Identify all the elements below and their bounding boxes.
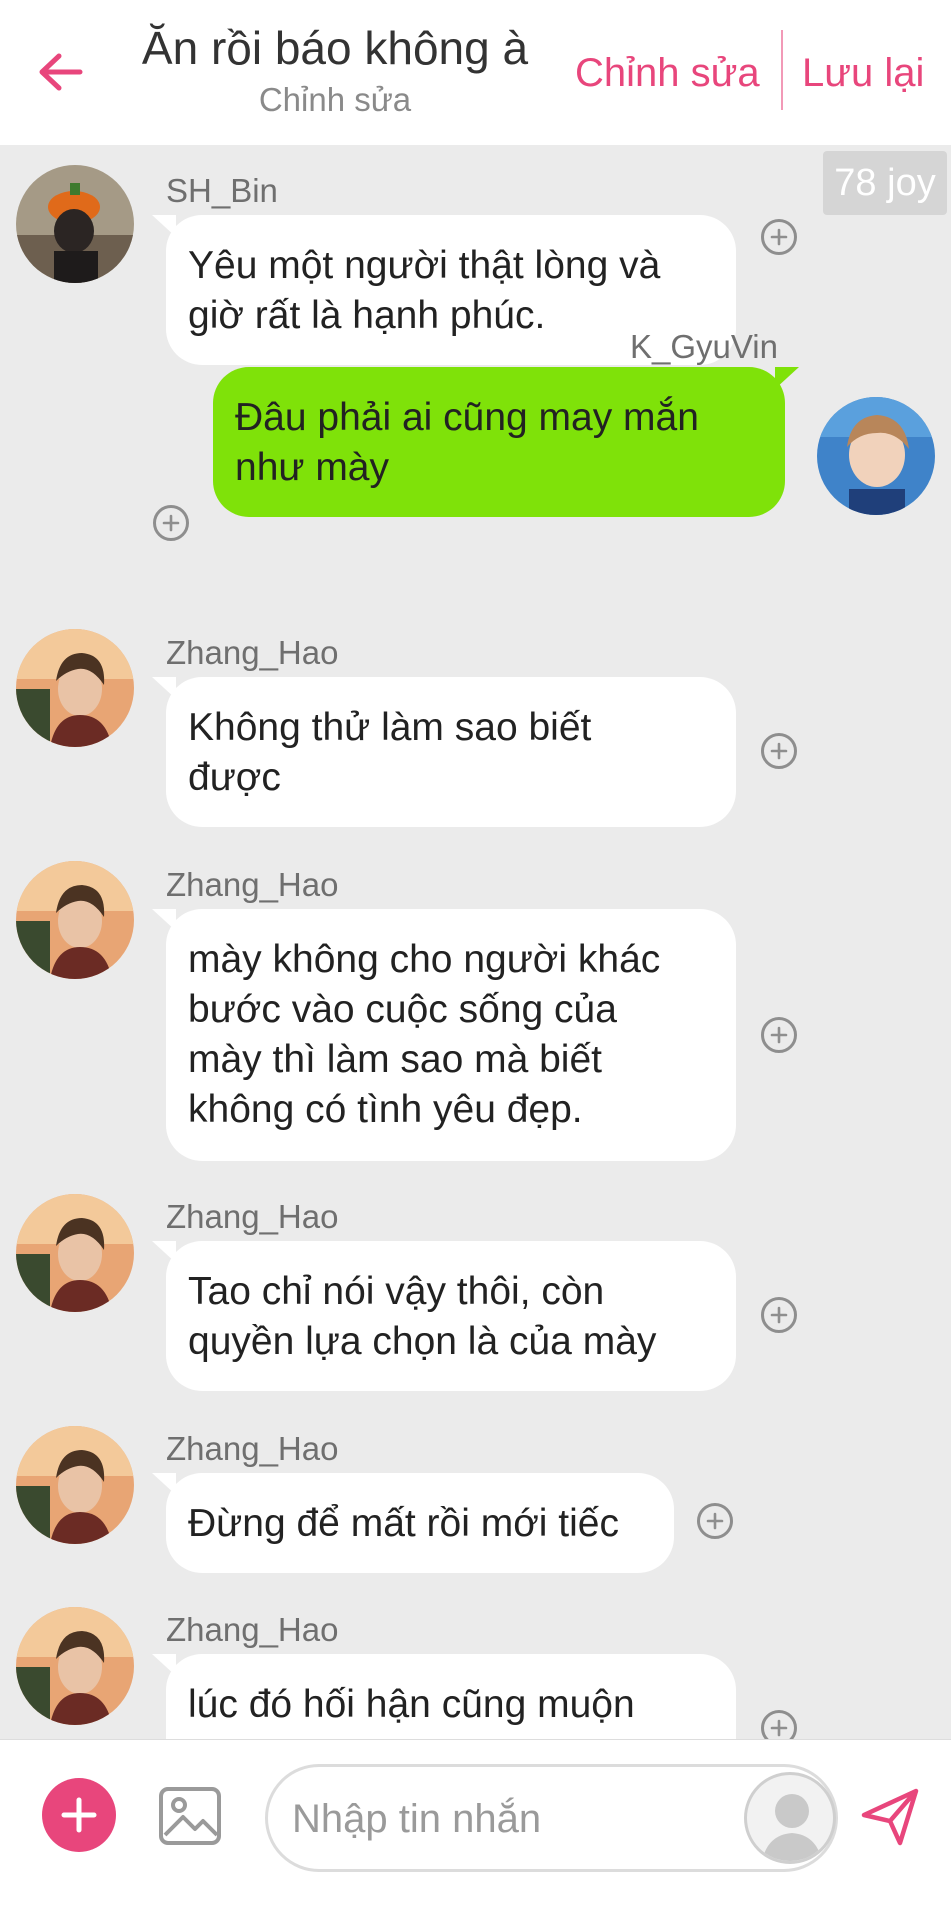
chat-area[interactable]: 78 joy SH_Bin Yêu một người thật lòng và… bbox=[0, 145, 951, 1739]
sender-name: SH_Bin bbox=[166, 172, 278, 209]
composer-bar bbox=[0, 1739, 951, 1920]
avatar-zhang-hao[interactable] bbox=[16, 1426, 134, 1544]
chat-title: Ăn rồi báo không à bbox=[141, 22, 529, 74]
sender-name: Zhang_Hao bbox=[166, 1430, 339, 1467]
message-line: Đâu phải ai cũng may mắn bbox=[235, 396, 699, 439]
message-bubble[interactable]: Tao chỉ nói vậy thôi, còn quyền lựa chọn… bbox=[166, 1241, 736, 1391]
plus-icon bbox=[770, 1026, 788, 1044]
joy-badge: 78 joy bbox=[823, 151, 947, 215]
sender-name: K_GyuVin bbox=[630, 328, 778, 365]
message-line: lúc đó hối hận cũng muộn bbox=[188, 1683, 635, 1726]
message-add-button[interactable] bbox=[761, 1017, 797, 1053]
message-add-button[interactable] bbox=[761, 219, 797, 255]
message-bubble[interactable]: Đừng để mất rồi mới tiếc bbox=[166, 1473, 674, 1573]
avatar-zhang-hao[interactable] bbox=[16, 1607, 134, 1725]
chat-subtitle: Chỉnh sửa bbox=[258, 81, 412, 118]
plus-icon bbox=[162, 514, 180, 532]
plus-icon bbox=[770, 1719, 788, 1737]
persona-avatar-button[interactable] bbox=[744, 1772, 836, 1864]
edit-button[interactable]: Chỉnh sửa bbox=[575, 48, 760, 98]
plus-icon bbox=[770, 1306, 788, 1324]
sender-name: Zhang_Hao bbox=[166, 1198, 339, 1235]
sender-name: Zhang_Hao bbox=[166, 1611, 339, 1648]
message-bubble[interactable]: mày không cho người khác bước vào cuộc s… bbox=[166, 909, 736, 1161]
chat-header: Ăn rồi báo không à Chỉnh sửa Chỉnh sửa L… bbox=[0, 0, 951, 145]
message-line: mày không cho người khác bbox=[188, 938, 661, 981]
avatar-k-gyuvin[interactable] bbox=[817, 397, 935, 515]
avatar-zhang-hao[interactable] bbox=[16, 629, 134, 747]
message-add-button[interactable] bbox=[761, 1297, 797, 1333]
save-button[interactable]: Lưu lại bbox=[802, 48, 924, 98]
message-bubble[interactable]: Không thử làm sao biết được bbox=[166, 677, 736, 827]
title-block: Ăn rồi báo không à Chỉnh sửa bbox=[120, 18, 550, 122]
plus-icon bbox=[770, 742, 788, 760]
message-line: như mày bbox=[235, 446, 390, 489]
message-line: không có tình yêu đẹp. bbox=[188, 1088, 583, 1131]
message-add-button[interactable] bbox=[153, 505, 189, 541]
sender-name: Zhang_Hao bbox=[166, 634, 339, 671]
message-input[interactable] bbox=[292, 1791, 732, 1847]
message-line: Không thử làm sao biết bbox=[188, 706, 592, 749]
user-silhouette-icon bbox=[762, 1794, 822, 1861]
arrow-left-icon bbox=[39, 53, 83, 91]
send-button[interactable] bbox=[860, 1785, 922, 1847]
message-line: mày thì làm sao mà biết bbox=[188, 1038, 602, 1081]
plus-icon bbox=[61, 1797, 97, 1833]
message-input-wrapper[interactable] bbox=[265, 1764, 838, 1872]
add-button[interactable] bbox=[42, 1778, 116, 1852]
message-line: quyền lựa chọn là của mày bbox=[188, 1320, 657, 1363]
message-line: bước vào cuộc sống của bbox=[188, 988, 617, 1031]
message-add-button[interactable] bbox=[761, 733, 797, 769]
sender-name: Zhang_Hao bbox=[166, 866, 339, 903]
message-line: Yêu một người thật lòng và bbox=[188, 244, 661, 287]
header-divider bbox=[781, 30, 783, 110]
message-line: được bbox=[188, 756, 281, 799]
message-bubble[interactable]: lúc đó hối hận cũng muộn bbox=[166, 1654, 736, 1739]
plus-icon bbox=[706, 1512, 724, 1530]
message-bubble[interactable]: Đâu phải ai cũng may mắn như mày bbox=[213, 367, 785, 517]
back-button[interactable] bbox=[30, 42, 90, 102]
message-line: Tao chỉ nói vậy thôi, còn bbox=[188, 1270, 605, 1313]
image-icon bbox=[159, 1787, 221, 1845]
send-icon bbox=[861, 1788, 919, 1846]
message-add-button[interactable] bbox=[697, 1503, 733, 1539]
plus-icon bbox=[770, 228, 788, 246]
avatar-sh-bin[interactable] bbox=[16, 165, 134, 283]
message-add-button[interactable] bbox=[761, 1710, 797, 1739]
message-line: Đừng để mất rồi mới tiếc bbox=[188, 1502, 619, 1545]
image-button[interactable] bbox=[157, 1783, 223, 1849]
avatar-zhang-hao[interactable] bbox=[16, 861, 134, 979]
avatar-zhang-hao[interactable] bbox=[16, 1194, 134, 1312]
